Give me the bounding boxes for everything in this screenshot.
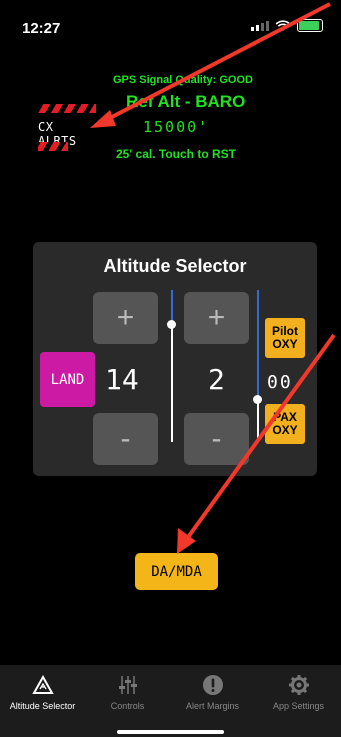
gps-signal-text: GPS Signal Quality: GOOD [113, 74, 253, 86]
ref-alt-title: Ref Alt - BARO [126, 92, 246, 111]
wifi-icon [275, 19, 291, 31]
land-button[interactable]: LAND [40, 352, 95, 407]
status-time: 12:27 [22, 20, 61, 37]
ref-alt-value: 15000' [143, 118, 210, 136]
pax-oxy-line2: OXY [272, 423, 298, 437]
alert-stripes-bottom [38, 142, 68, 151]
tab-altitude-selector[interactable]: Altitude Selector [0, 665, 85, 719]
tab-label: Altitude Selector [9, 701, 76, 711]
status-icons [251, 19, 323, 32]
thousands-minus-button[interactable]: - [93, 413, 158, 465]
battery-icon [297, 19, 323, 32]
altitude-warning-icon [31, 675, 54, 694]
slider-track-white-1 [171, 326, 173, 442]
home-indicator [117, 730, 224, 734]
altitude-selector-panel: Altitude Selector + - + - LAND 14 2 Pilo… [33, 242, 317, 476]
slider-track-white-2 [257, 398, 259, 442]
hundreds-minus-button[interactable]: - [184, 413, 249, 465]
slider-thumb-2[interactable] [253, 395, 262, 404]
status-bar: 12:27 [0, 0, 341, 44]
cx-alerts-indicator[interactable]: CX ALRTS [38, 104, 98, 156]
sliders-icon [118, 676, 137, 694]
calibration-reset-button[interactable]: 25' cal. Touch to RST [116, 147, 236, 161]
tab-app-settings[interactable]: App Settings [256, 665, 341, 719]
slider-thumb-1[interactable] [167, 320, 176, 329]
da-mda-button[interactable]: DA/MDA [135, 553, 218, 590]
alert-stripes-top [38, 104, 96, 113]
tab-label: Alert Margins [185, 701, 239, 711]
hundreds-plus-button[interactable]: + [184, 292, 249, 344]
tab-bar: Altitude Selector Controls Alert Margins [0, 665, 341, 737]
hundreds-value: 2 [208, 363, 225, 396]
exclamation-circle-icon [202, 675, 223, 695]
thousands-value: 14 [105, 363, 139, 396]
pilot-oxy-line2: OXY [272, 337, 298, 351]
tab-alert-margins[interactable]: Alert Margins [170, 665, 255, 719]
tab-label: Controls [110, 701, 145, 711]
pilot-oxy-button[interactable]: Pilot OXY [265, 318, 305, 358]
tab-controls[interactable]: Controls [85, 665, 170, 719]
pax-oxy-button[interactable]: PAX OXY [265, 404, 305, 444]
tab-label: App Settings [272, 701, 325, 711]
oxy-value: 00 [267, 372, 293, 393]
thousands-plus-button[interactable]: + [93, 292, 158, 344]
gear-icon [288, 675, 309, 695]
cellular-signal-icon [251, 20, 269, 31]
panel-title: Altitude Selector [103, 256, 247, 276]
